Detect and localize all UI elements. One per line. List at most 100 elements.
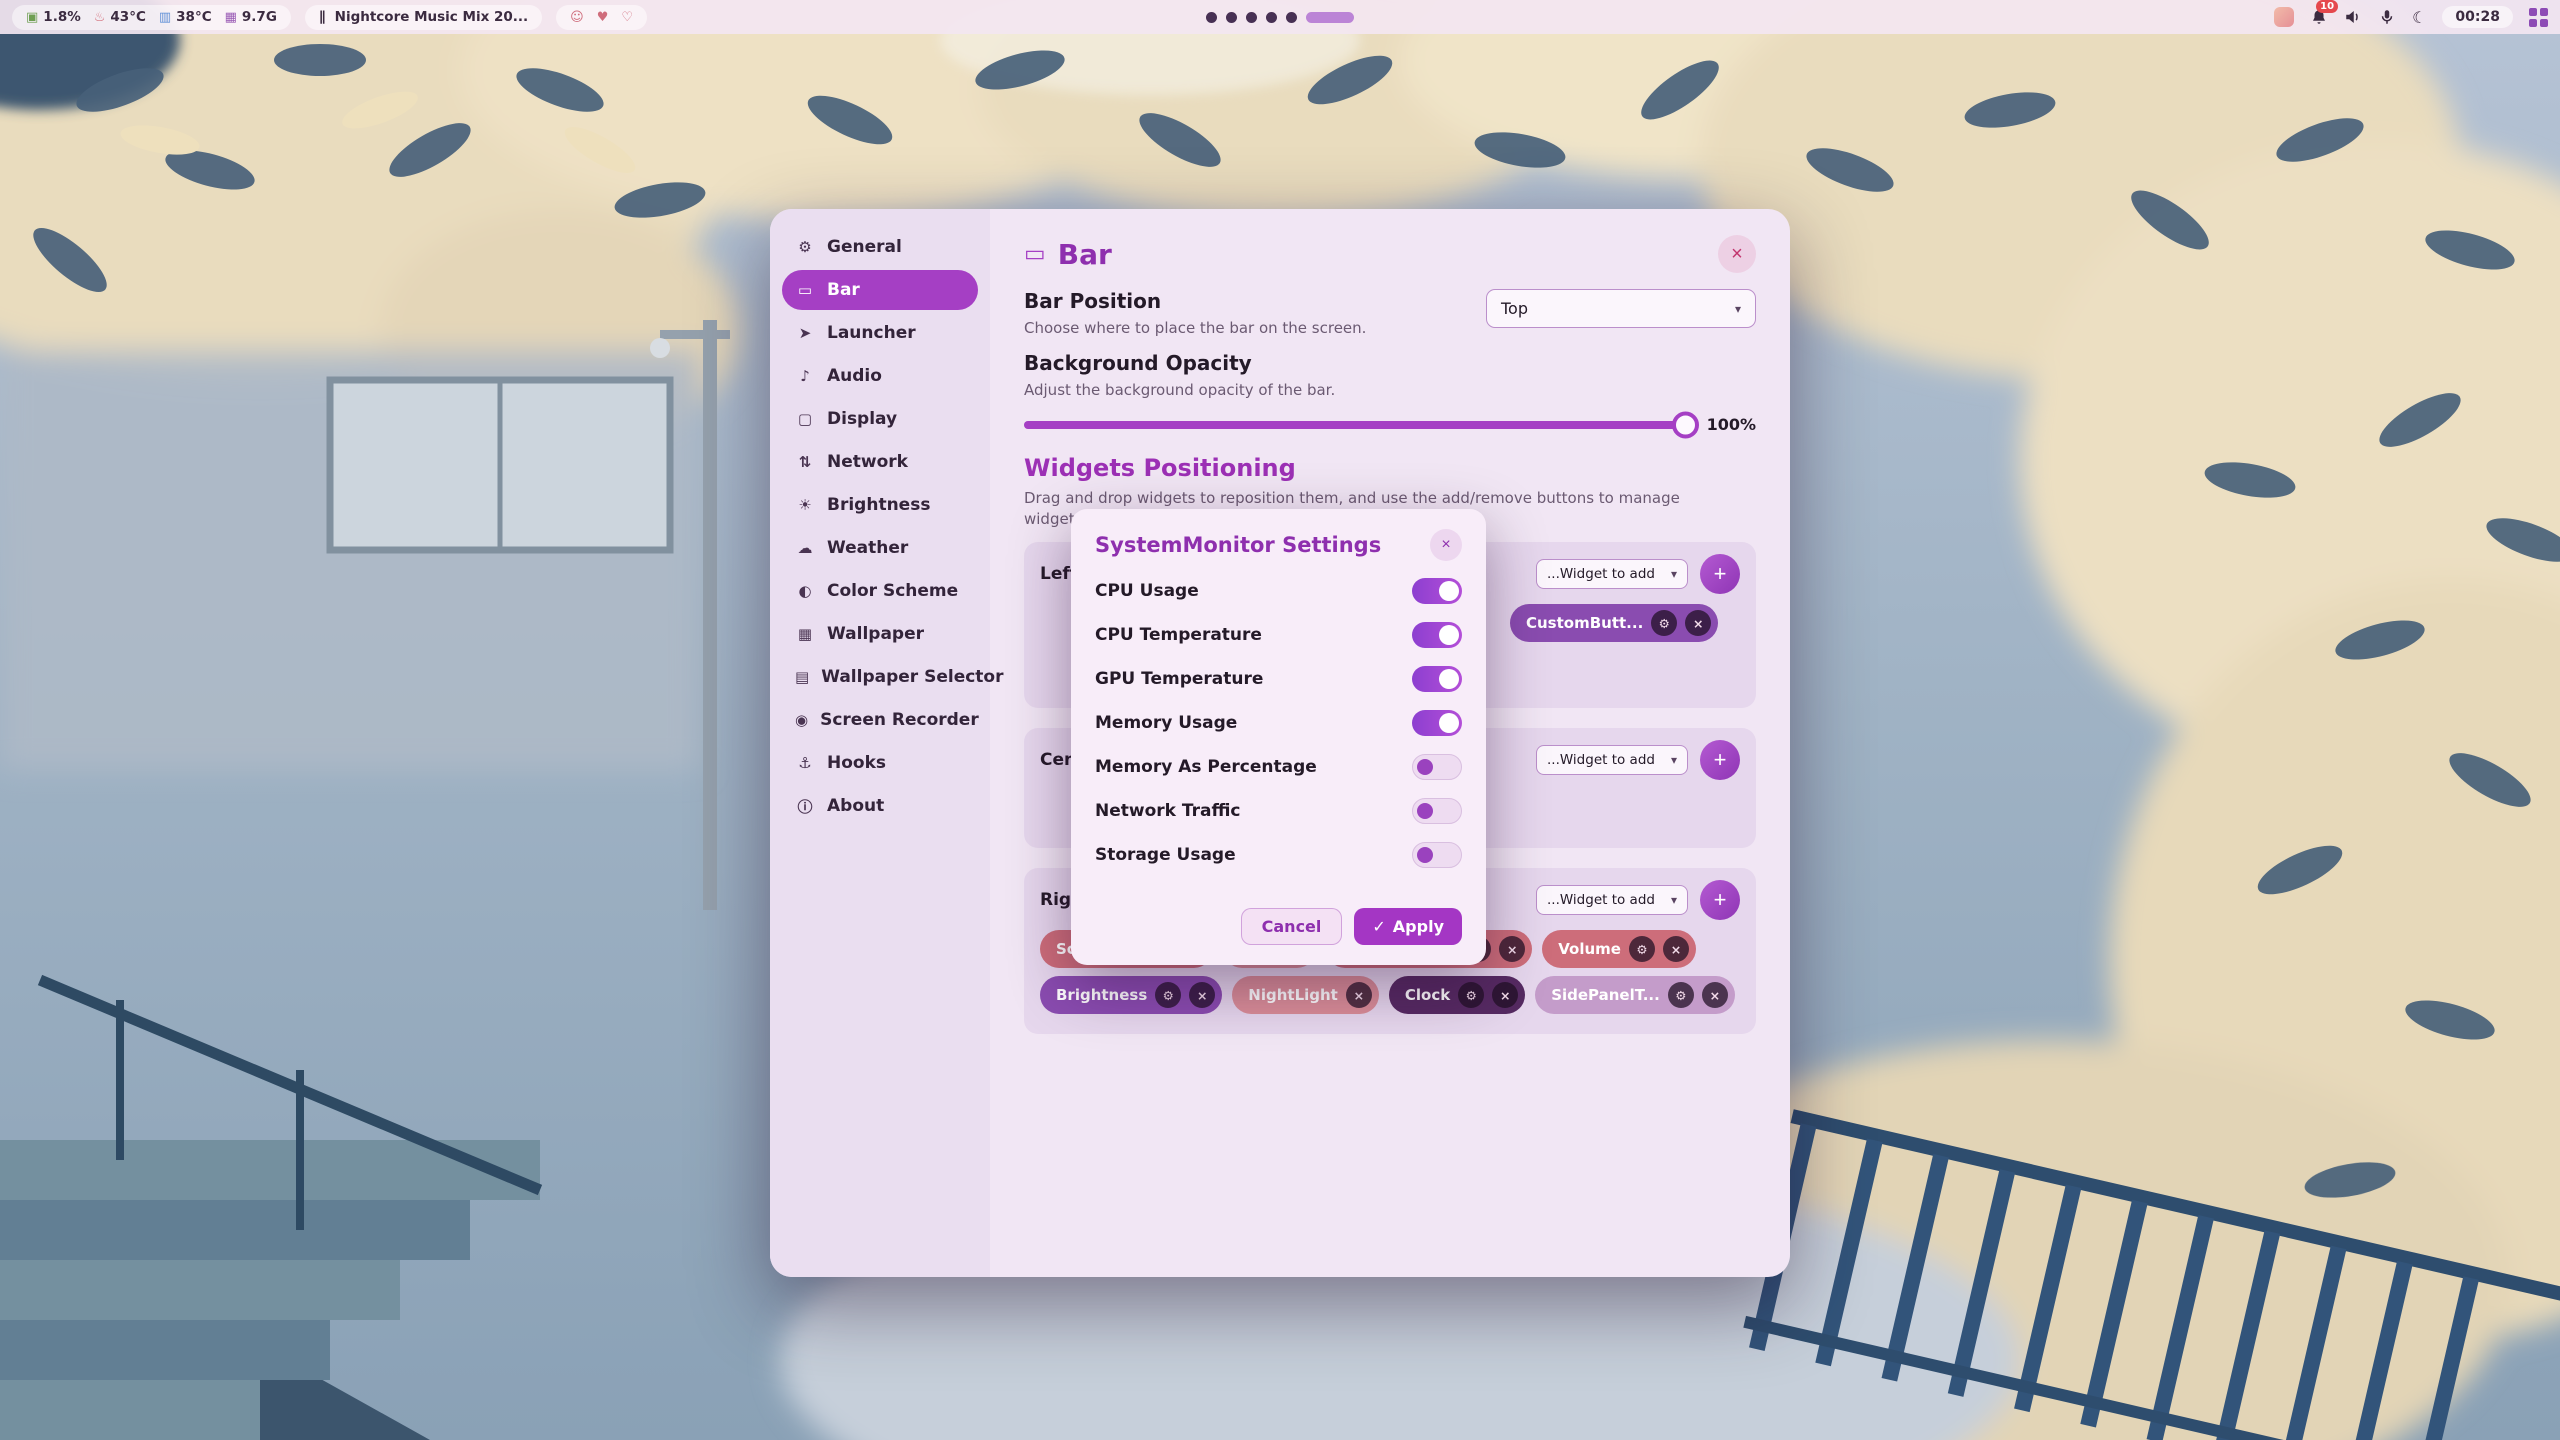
right-widget-add-button[interactable]: + (1700, 880, 1740, 920)
workspace-dot[interactable] (1266, 12, 1277, 23)
sidebar-item-wallpaper[interactable]: ▦ Wallpaper (782, 614, 978, 654)
chip-settings-button[interactable]: ⚙ (1155, 982, 1181, 1008)
emote-icon[interactable]: ☺ (570, 10, 584, 25)
notifications-button[interactable]: 10 (2310, 8, 2328, 26)
palette-icon: ◐ (795, 582, 815, 600)
sidebar-item-wallpaper-selector[interactable]: ▤ Wallpaper Selector (782, 657, 978, 697)
bar-position-setting: Bar Position Choose where to place the b… (1024, 289, 1756, 337)
night-light-icon[interactable]: ☾ (2412, 8, 2426, 27)
sidebar-item-color-scheme[interactable]: ◐ Color Scheme (782, 571, 978, 611)
memory-value: 9.7G (242, 9, 277, 25)
top-bar: ▣ 1.8% ♨ 43°C ▥ 38°C ▦ 9.7G ∥ Nightcore … (0, 0, 2560, 34)
chip-remove-button[interactable]: × (1346, 982, 1372, 1008)
toggle-memory-usage[interactable] (1412, 710, 1462, 736)
clock[interactable]: 00:28 (2442, 6, 2513, 28)
toggle-gpu-temperature[interactable] (1412, 666, 1462, 692)
sidebar-item-hooks[interactable]: ⚓ Hooks (782, 743, 978, 783)
sidebar-item-label: Color Scheme (827, 581, 958, 601)
pause-icon[interactable]: ∥ (319, 9, 326, 25)
widget-chip-clock[interactable]: Clock ⚙ × (1389, 976, 1525, 1014)
background-opacity-setting: Background Opacity Adjust the background… (1024, 351, 1756, 434)
bar-position-dropdown[interactable]: Top ▾ (1486, 289, 1756, 328)
widget-chip-custom-button[interactable]: CustomButt... ⚙ × (1510, 604, 1718, 642)
apply-button[interactable]: ✓ Apply (1354, 908, 1462, 945)
chip-remove-button[interactable]: × (1702, 982, 1728, 1008)
chip-settings-button[interactable]: ⚙ (1629, 936, 1655, 962)
center-widget-add-button[interactable]: + (1700, 740, 1740, 780)
sidebar-item-label: Audio (827, 366, 882, 386)
microphone-icon (2378, 8, 2396, 26)
sidebar-item-audio[interactable]: ♪ Audio (782, 356, 978, 396)
workspace-dot[interactable] (1226, 12, 1237, 23)
chip-settings-button[interactable]: ⚙ (1668, 982, 1694, 1008)
sidebar-item-general[interactable]: ⚙ General (782, 227, 978, 267)
window-close-button[interactable]: × (1718, 235, 1756, 273)
chip-remove-button[interactable]: × (1685, 610, 1711, 636)
center-widget-add-dropdown[interactable]: Widget to add... ▾ (1536, 745, 1688, 775)
widget-chip-side-panel[interactable]: SidePanelT... ⚙ × (1535, 976, 1735, 1014)
close-icon: × (1354, 988, 1364, 1003)
workspace-dot-active[interactable] (1306, 12, 1354, 23)
toggle-label: GPU Temperature (1095, 669, 1263, 689)
workspace-dot[interactable] (1246, 12, 1257, 23)
sidebar-item-bar[interactable]: ▭ Bar (782, 270, 978, 310)
chip-label: SidePanelT... (1551, 986, 1660, 1004)
close-icon: × (1671, 942, 1681, 957)
sidebar-item-brightness[interactable]: ☀ Brightness (782, 485, 978, 525)
chip-label: NightLight (1248, 986, 1338, 1004)
quick-actions: ☺ ♥ ♡ (556, 5, 647, 30)
close-icon: × (1710, 988, 1720, 1003)
toggle-row-memory-usage: Memory Usage (1095, 701, 1462, 745)
toggle-storage-usage[interactable] (1412, 842, 1462, 868)
toggle-cpu-usage[interactable] (1412, 578, 1462, 604)
bar-position-value: Top (1501, 299, 1528, 318)
chip-remove-button[interactable]: × (1492, 982, 1518, 1008)
chip-settings-button[interactable]: ⚙ (1651, 610, 1677, 636)
toggle-network-traffic[interactable] (1412, 798, 1462, 824)
widget-chip-night-light[interactable]: NightLight × (1232, 976, 1379, 1014)
chevron-down-icon: ▾ (1735, 302, 1741, 316)
sidebar-item-about[interactable]: ⓘ About (782, 786, 978, 826)
workspace-dot[interactable] (1286, 12, 1297, 23)
sidebar-item-launcher[interactable]: ➤ Launcher (782, 313, 978, 353)
microphone-button[interactable] (2378, 8, 2396, 26)
chip-remove-button[interactable]: × (1189, 982, 1215, 1008)
toggle-memory-as-percentage[interactable] (1412, 754, 1462, 780)
opacity-slider-thumb[interactable] (1672, 411, 1699, 438)
gear-icon: ⚙ (1163, 988, 1174, 1003)
system-stats[interactable]: ▣ 1.8% ♨ 43°C ▥ 38°C ▦ 9.7G (12, 5, 291, 30)
widgets-positioning-heading: Widgets Positioning (1024, 454, 1756, 482)
workspace-dot[interactable] (1206, 12, 1217, 23)
toggle-row-cpu-temperature: CPU Temperature (1095, 613, 1462, 657)
chip-label: CustomButt... (1526, 614, 1643, 632)
apps-grid-icon[interactable] (2529, 8, 2548, 27)
cancel-button[interactable]: Cancel (1241, 908, 1343, 945)
sidebar-item-label: Display (827, 409, 897, 429)
workspaces (1206, 0, 1354, 34)
chip-settings-button[interactable]: ⚙ (1458, 982, 1484, 1008)
left-widget-add-dropdown[interactable]: Widget to add... ▾ (1536, 559, 1688, 589)
heart-outline-icon[interactable]: ♡ (621, 10, 633, 25)
heart-icon[interactable]: ♥ (597, 10, 609, 25)
widget-chip-brightness[interactable]: Brightness ⚙ × (1040, 976, 1222, 1014)
sidebar-item-display[interactable]: ▢ Display (782, 399, 978, 439)
dialog-close-button[interactable]: × (1430, 529, 1462, 561)
chip-remove-button[interactable]: × (1499, 936, 1525, 962)
audio-icon: ♪ (795, 367, 815, 385)
toggle-row-gpu-temperature: GPU Temperature (1095, 657, 1462, 701)
opacity-slider[interactable] (1024, 421, 1686, 429)
volume-button[interactable] (2344, 8, 2362, 26)
volume-icon (2344, 8, 2362, 26)
toggle-cpu-temperature[interactable] (1412, 622, 1462, 648)
sidebar-item-weather[interactable]: ☁ Weather (782, 528, 978, 568)
thermometer-icon: ♨ (94, 10, 106, 25)
sidebar-item-network[interactable]: ⇅ Network (782, 442, 978, 482)
left-widget-add-button[interactable]: + (1700, 554, 1740, 594)
chip-remove-button[interactable]: × (1663, 936, 1689, 962)
right-widget-add-dropdown[interactable]: Widget to add... ▾ (1536, 885, 1688, 915)
screenshot-icon[interactable] (2274, 7, 2294, 27)
media-player-widget[interactable]: ∥ Nightcore Music Mix 20... (305, 5, 542, 30)
widget-chip-volume[interactable]: Volume ⚙ × (1542, 930, 1696, 968)
sidebar-item-screen-recorder[interactable]: ◉ Screen Recorder (782, 700, 978, 740)
record-icon: ◉ (795, 711, 808, 729)
